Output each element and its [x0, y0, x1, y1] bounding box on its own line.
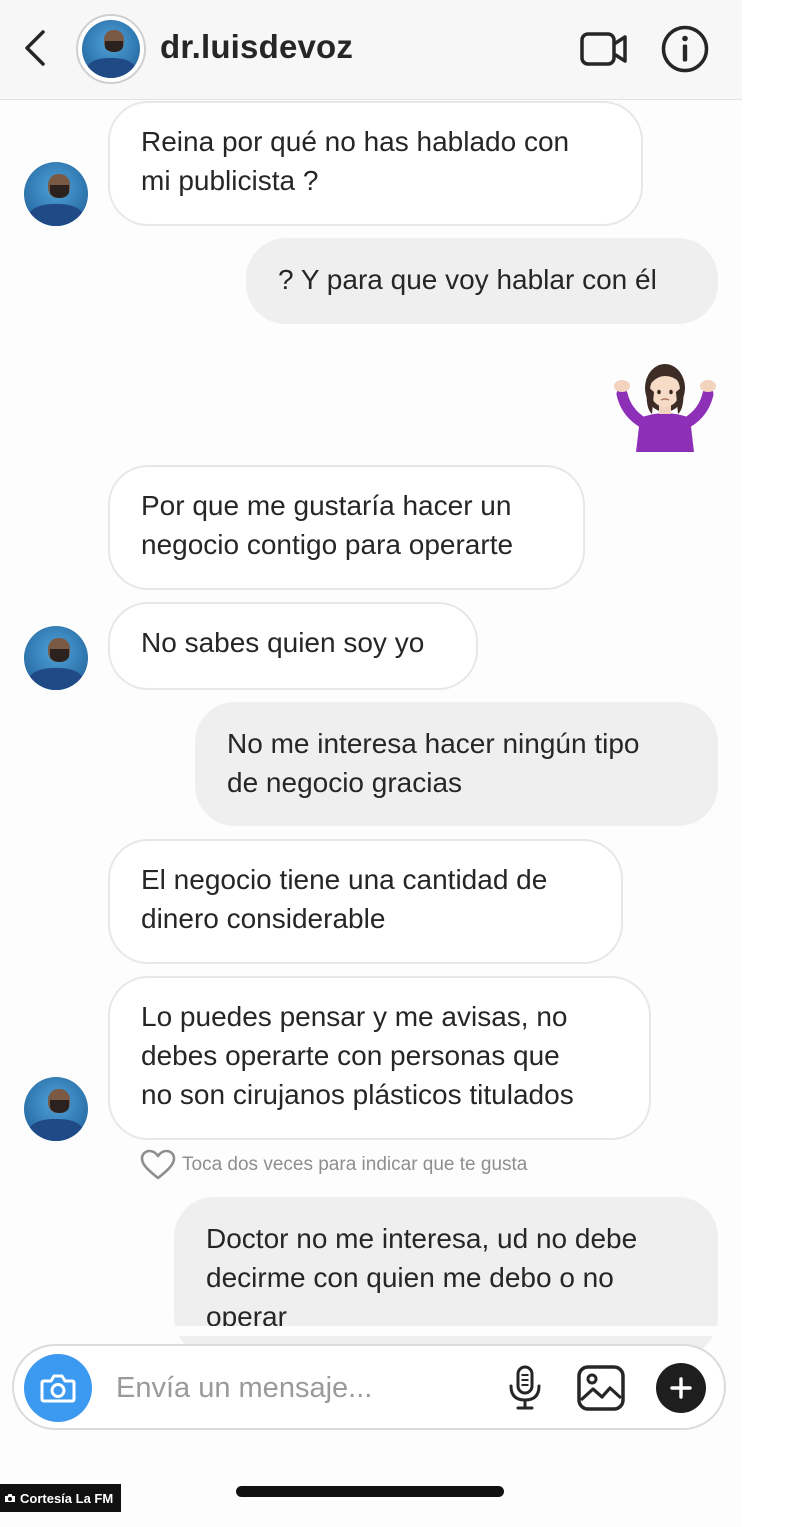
- message-line: dinero considerable: [141, 903, 386, 934]
- photo-credit: Cortesía La FM: [0, 1484, 122, 1512]
- message-line: de negocio gracias: [227, 767, 463, 798]
- info-icon: [661, 25, 709, 73]
- message-line: no son cirujanos plásticos titulados: [141, 1079, 574, 1110]
- like-hint[interactable]: Toca dos veces para indicar que te gusta: [140, 1149, 527, 1181]
- incoming-message[interactable]: Por que me gustaría hacer un negocio con…: [108, 465, 585, 590]
- sender-avatar[interactable]: [24, 1077, 88, 1141]
- sender-avatar[interactable]: [24, 626, 88, 690]
- person-shrugging-emoji[interactable]: [612, 352, 718, 452]
- background-strip: [742, 0, 800, 1527]
- like-hint-text: Toca dos veces para indicar que te gusta: [182, 1154, 528, 1175]
- video-camera-icon: [580, 32, 627, 66]
- camera-icon: [40, 1374, 76, 1403]
- home-indicator[interactable]: [236, 1486, 504, 1497]
- camera-button[interactable]: [24, 1354, 92, 1422]
- info-button[interactable]: [658, 22, 712, 76]
- image-icon: [577, 1365, 625, 1411]
- message-line: Doctor no me interesa, ud no debe: [206, 1223, 638, 1254]
- incoming-message[interactable]: El negocio tiene una cantidad de dinero …: [108, 839, 623, 964]
- video-call-button[interactable]: [576, 24, 632, 74]
- gallery-button[interactable]: [574, 1362, 628, 1414]
- outgoing-message[interactable]: No me interesa hacer ningún tipo de nego…: [195, 702, 718, 826]
- message-composer: [12, 1344, 726, 1430]
- microphone-icon: [509, 1365, 541, 1410]
- incoming-message[interactable]: Reina por qué no has hablado con mi publ…: [108, 101, 643, 226]
- message-line: No sabes quien soy yo: [141, 627, 425, 658]
- message-line: El negocio tiene una cantidad de: [141, 864, 548, 895]
- incoming-message[interactable]: Lo puedes pensar y me avisas, no debes o…: [108, 976, 651, 1140]
- message-line: Por que me gustaría hacer un: [141, 490, 512, 521]
- message-line: negocio contigo para operarte: [141, 529, 514, 560]
- message-line: Reina por qué no has hablado con: [141, 126, 570, 157]
- dm-screen: dr.luisdevoz Reina por qué no has hablad…: [0, 0, 742, 1527]
- incoming-message[interactable]: No sabes quien soy yo: [108, 602, 478, 690]
- microphone-button[interactable]: [502, 1362, 548, 1414]
- outgoing-message[interactable]: ? Y para que voy hablar con él: [246, 238, 718, 324]
- sender-avatar[interactable]: [24, 162, 88, 226]
- header-avatar[interactable]: [76, 14, 146, 84]
- message-line: ? Y para que voy hablar con él: [278, 264, 657, 295]
- back-button[interactable]: [18, 26, 52, 70]
- more-options-button[interactable]: [656, 1363, 706, 1413]
- chevron-left-icon: [25, 30, 45, 66]
- message-line: Lo puedes pensar y me avisas, no: [141, 1001, 568, 1032]
- message-line: mi publicista ?: [141, 165, 319, 196]
- message-input[interactable]: [116, 1366, 476, 1410]
- plus-icon: [670, 1377, 692, 1399]
- message-line: decirme con quien me debo o no: [206, 1262, 614, 1293]
- photo-credit-text: Cortesía La FM: [20, 1490, 114, 1506]
- camera-icon: [5, 1494, 15, 1502]
- chat-username[interactable]: dr.luisdevoz: [160, 28, 353, 66]
- chat-header: dr.luisdevoz: [0, 0, 742, 100]
- scroll-cutoff: [0, 1326, 742, 1336]
- heart-icon: [140, 1149, 176, 1180]
- message-line: No me interesa hacer ningún tipo: [227, 728, 640, 759]
- message-line: debes operarte con personas que: [141, 1040, 560, 1071]
